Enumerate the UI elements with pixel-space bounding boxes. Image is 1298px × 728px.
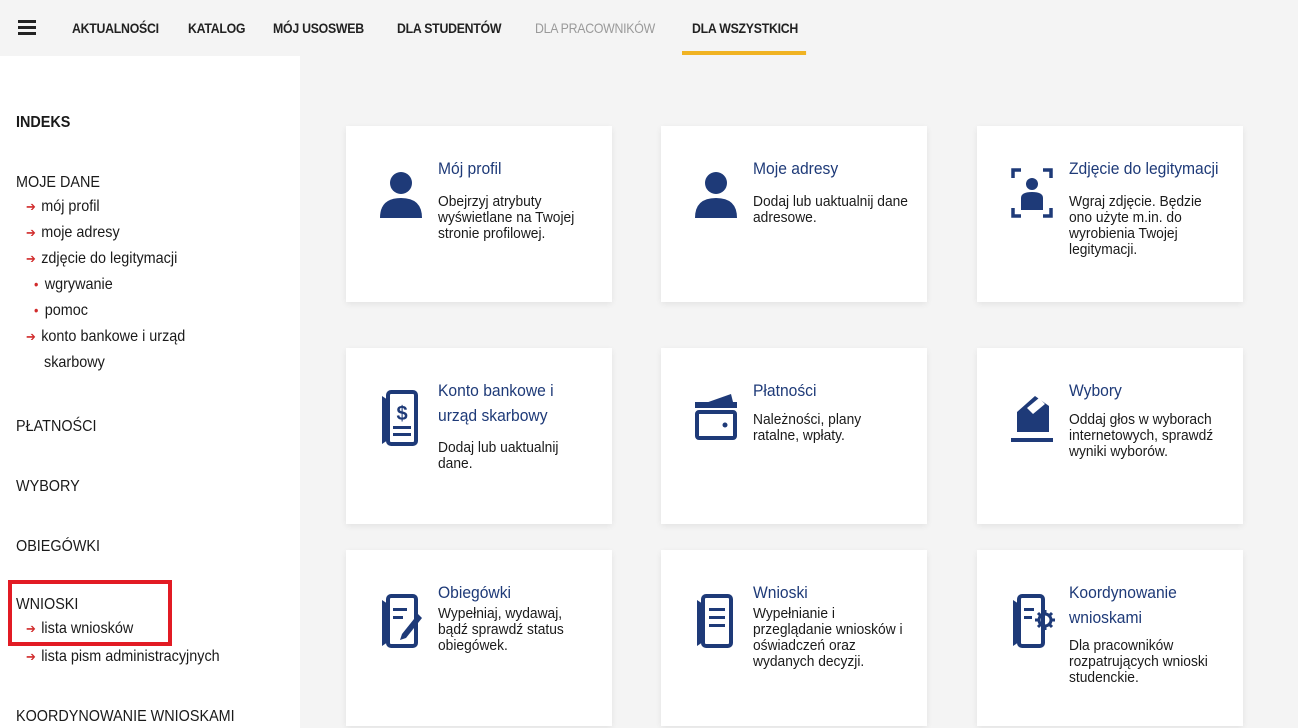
sidebar-indeks[interactable]: INDEKS xyxy=(16,114,70,132)
card-description: Dla pracowników rozpatrujących wnioski s… xyxy=(1069,637,1208,686)
card-obiegowki[interactable]: Obiegówki Wypełniaj, wydawaj, bądź spraw… xyxy=(346,550,612,726)
person-icon xyxy=(695,172,737,218)
sidebar-item-label: mój profil xyxy=(41,198,100,215)
sidebar-item-label: wgrywanie xyxy=(44,276,113,293)
card-wnioski[interactable]: Wnioski Wypełnianie i przeglądanie wnios… xyxy=(661,550,927,726)
document-list-icon xyxy=(697,594,733,648)
card-description: Oddaj głos w wyborach internetowych, spr… xyxy=(1069,411,1214,460)
arrow-icon: ➔ xyxy=(26,199,36,214)
highlight-box xyxy=(8,580,172,646)
arrow-icon: ➔ xyxy=(26,329,36,344)
sidebar-item-moje-adresy[interactable]: ➔ moje adresy xyxy=(26,224,120,242)
document-gear-icon xyxy=(1013,594,1055,648)
sidebar-item-label: lista pism administracyjnych xyxy=(41,648,220,665)
card-title: Płatności xyxy=(753,381,817,400)
sidebar-item-label: konto bankowe i urząd xyxy=(41,328,186,345)
sidebar-item-konto-bankowe-cont[interactable]: skarbowy xyxy=(44,354,105,372)
card-title: Moje adresy xyxy=(753,159,839,178)
card-platnosci[interactable]: Płatności Należności, plany ratalne, wpł… xyxy=(661,348,927,524)
sidebar-wybory[interactable]: WYBORY xyxy=(16,478,80,496)
card-title: Konto bankowe i urząd skarbowy xyxy=(438,381,554,425)
sidebar-koordynowanie[interactable]: KOORDYNOWANIE WNIOSKAMI xyxy=(16,708,235,726)
card-title: Wnioski xyxy=(753,583,808,602)
nav-dla-wszystkich[interactable]: DLA WSZYSTKICH xyxy=(692,20,798,36)
bullet-icon: • xyxy=(34,276,39,292)
card-zdjecie-do-legitymacji[interactable]: Zdjęcie do legitymacji Wgraj zdjęcie. Bę… xyxy=(977,126,1243,302)
svg-text:$: $ xyxy=(396,403,407,425)
top-navigation: AKTUALNOŚCI KATALOG MÓJ USOSWEB DLA STUD… xyxy=(0,0,1298,56)
nav-moj-usosweb[interactable]: MÓJ USOSWEB xyxy=(273,20,364,36)
sidebar-item-label: zdjęcie do legitymacji xyxy=(41,250,178,267)
wallet-icon xyxy=(695,394,737,440)
card-description: Wgraj zdjęcie. Będzie ono użyte m.in. do… xyxy=(1069,193,1202,258)
card-description: Obejrzyj atrybuty wyświetlane na Twojej … xyxy=(438,193,575,242)
sidebar-item-zdjecie[interactable]: ➔ zdjęcie do legitymacji xyxy=(26,250,177,268)
card-title: Mój profil xyxy=(438,159,502,178)
card-title: Koordynowanie wnioskami xyxy=(1069,583,1177,627)
card-description: Wypełnianie i przeglądanie wniosków i oś… xyxy=(753,605,903,670)
sidebar-item-label: pomoc xyxy=(44,302,88,319)
person-icon xyxy=(380,172,422,218)
arrow-icon: ➔ xyxy=(26,225,36,240)
card-title: Wybory xyxy=(1069,381,1122,400)
card-description: Dodaj lub uaktualnij dane adresowe. xyxy=(753,193,908,226)
bullet-icon: • xyxy=(34,302,39,318)
sidebar-obiegowki[interactable]: OBIEGÓWKI xyxy=(16,538,100,556)
card-wybory[interactable]: Wybory Oddaj głos w wyborach internetowy… xyxy=(977,348,1243,524)
sidebar-moje-dane[interactable]: MOJE DANE xyxy=(16,174,100,192)
card-konto-bankowe[interactable]: $ Konto bankowe i urząd skarbowy Dodaj l… xyxy=(346,348,612,524)
card-description: Należności, plany ratalne, wpłaty. xyxy=(753,411,862,444)
sidebar-platnosci[interactable]: PŁATNOŚCI xyxy=(16,418,97,436)
sidebar-item-moj-profil[interactable]: ➔ mój profil xyxy=(26,198,100,216)
arrow-icon: ➔ xyxy=(26,649,36,664)
card-moj-profil[interactable]: Mój profil Obejrzyj atrybuty wyświetlane… xyxy=(346,126,612,302)
ballot-icon xyxy=(1011,396,1053,442)
card-title: Zdjęcie do legitymacji xyxy=(1069,159,1219,178)
edit-document-icon xyxy=(382,594,422,648)
sidebar-item-konto-bankowe[interactable]: ➔ konto bankowe i urząd xyxy=(26,328,185,346)
active-tab-indicator xyxy=(682,51,807,55)
card-description: Dodaj lub uaktualnij dane. xyxy=(438,439,559,472)
menu-icon[interactable] xyxy=(18,20,36,35)
sidebar-subitem-pomoc[interactable]: • pomoc xyxy=(34,302,88,320)
photo-id-icon xyxy=(1011,168,1053,218)
sidebar-item-lista-pism[interactable]: ➔ lista pism administracyjnych xyxy=(26,648,220,666)
card-title: Obiegówki xyxy=(438,583,512,602)
sidebar-subitem-wgrywanie[interactable]: • wgrywanie xyxy=(34,276,113,294)
arrow-icon: ➔ xyxy=(26,251,36,266)
card-koordynowanie[interactable]: Koordynowanie wnioskami Dla pracowników … xyxy=(977,550,1243,726)
bank-document-icon: $ xyxy=(382,390,418,446)
nav-dla-studentow[interactable]: DLA STUDENTÓW xyxy=(397,20,502,36)
sidebar-item-label: moje adresy xyxy=(41,224,120,241)
card-description: Wypełniaj, wydawaj, bądź sprawdź status … xyxy=(438,605,564,654)
nav-aktualnosci[interactable]: AKTUALNOŚCI xyxy=(72,20,159,36)
card-moje-adresy[interactable]: Moje adresy Dodaj lub uaktualnij dane ad… xyxy=(661,126,927,302)
nav-katalog[interactable]: KATALOG xyxy=(188,20,246,36)
nav-dla-pracownikow[interactable]: DLA PRACOWNIKÓW xyxy=(535,20,655,36)
